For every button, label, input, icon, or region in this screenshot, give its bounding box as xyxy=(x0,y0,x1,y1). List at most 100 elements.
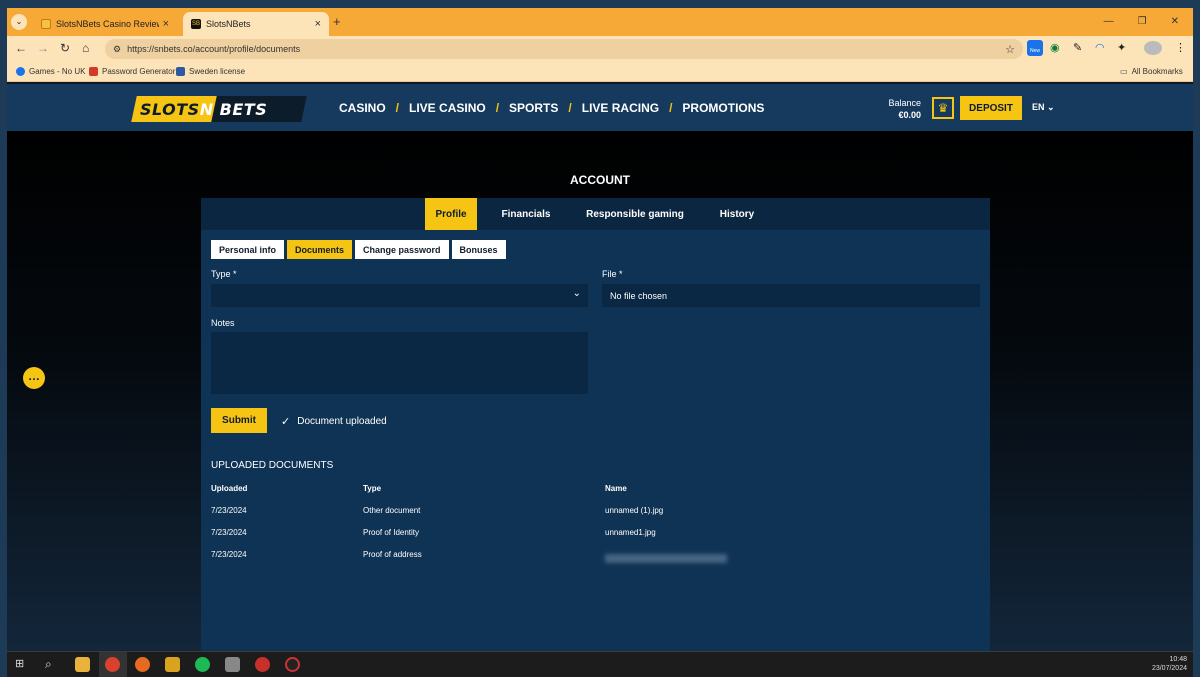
extensions-puzzle-icon[interactable]: ✦ xyxy=(1117,41,1126,54)
column-header-uploaded: Uploaded xyxy=(211,484,248,493)
winrar-icon[interactable] xyxy=(165,657,180,672)
subtab-personal-info[interactable]: Personal info xyxy=(211,240,285,259)
system-clock[interactable]: 10:48 23/07/2024 xyxy=(1152,655,1187,673)
page-title: ACCOUNT xyxy=(570,173,630,187)
all-bookmarks-button[interactable]: ▭ All Bookmarks xyxy=(1120,67,1183,76)
row-1-date: 7/23/2024 xyxy=(211,506,247,515)
clock-time: 10:48 xyxy=(1169,656,1187,663)
main-nav: CASINO / LIVE CASINO / SPORTS / LIVE RAC… xyxy=(339,101,764,115)
submit-button[interactable]: Submit xyxy=(211,408,267,433)
account-tabs: Profile Financials Responsible gaming Hi… xyxy=(201,198,990,230)
close-tab-icon[interactable]: × xyxy=(163,18,169,30)
folder-icon: ▭ xyxy=(1120,67,1128,76)
browser-tab-slotsnbets[interactable]: SB SlotsNBets × xyxy=(183,12,329,36)
row-3-name-redacted xyxy=(605,554,727,563)
language-selector[interactable]: EN ⌄ xyxy=(1032,102,1055,113)
tab-history[interactable]: History xyxy=(709,198,765,230)
logo-wordmark: SLOTSN BETS xyxy=(140,100,267,119)
slotsnbets-logo[interactable]: SLOTSN BETS xyxy=(131,96,307,122)
tab-responsible-gaming[interactable]: Responsible gaming xyxy=(575,198,695,230)
url-text[interactable]: https://snbets.co/account/profile/docume… xyxy=(127,44,1005,54)
close-window-icon[interactable]: ✕ xyxy=(1171,16,1179,27)
windows-start-icon[interactable]: ⊞ xyxy=(15,657,30,672)
logo-text-bets: BETS xyxy=(219,100,268,119)
review-favicon-icon xyxy=(41,19,51,29)
deposit-button[interactable]: DEPOSIT xyxy=(960,96,1022,120)
bookmark-games-no-uk[interactable]: Games - No UK xyxy=(16,67,85,76)
restore-icon[interactable]: ❐ xyxy=(1138,16,1147,27)
chrome-icon[interactable] xyxy=(105,657,120,672)
vpn-extension-icon[interactable]: ◠ xyxy=(1095,41,1105,54)
nav-live-casino[interactable]: LIVE CASINO xyxy=(409,101,486,115)
forward-icon[interactable]: → xyxy=(37,41,49,55)
checkmark-icon: ✓ xyxy=(281,416,291,428)
row-1-name: unnamed (1).jpg xyxy=(605,506,664,515)
new-tab-icon[interactable]: + xyxy=(333,14,341,29)
row-3-date: 7/23/2024 xyxy=(211,550,247,559)
close-tab-icon[interactable]: × xyxy=(315,18,321,30)
notes-label: Notes xyxy=(211,318,235,328)
balance-display: Balance €0.00 xyxy=(887,97,921,121)
address-bar[interactable]: ⚙ https://snbets.co/account/profile/docu… xyxy=(105,39,1023,59)
reload-icon[interactable]: ↻ xyxy=(60,41,70,55)
row-2-name: unnamed1.jpg xyxy=(605,528,656,537)
column-header-name: Name xyxy=(605,484,627,493)
bookmark-sweden-license[interactable]: Sweden license xyxy=(176,67,245,76)
row-3-type: Proof of address xyxy=(363,550,422,559)
spotify-icon[interactable] xyxy=(195,657,210,672)
nav-sports[interactable]: SPORTS xyxy=(509,101,558,115)
profile-subtabs: Personal info Documents Change password … xyxy=(211,240,506,259)
bookmark-password-generator[interactable]: Password Generator xyxy=(89,67,175,76)
file-input[interactable]: No file chosen xyxy=(602,284,980,307)
screen-border-left xyxy=(0,0,7,677)
tab-financials[interactable]: Financials xyxy=(491,198,561,230)
site-info-icon[interactable]: ⚙ xyxy=(113,44,121,55)
site-header: SLOTSN BETS CASINO / LIVE CASINO / SPORT… xyxy=(7,84,1193,131)
subtab-documents[interactable]: Documents xyxy=(287,240,353,259)
nav-live-racing[interactable]: LIVE RACING xyxy=(582,101,659,115)
uploaded-documents-title: UPLOADED DOCUMENTS xyxy=(211,460,334,471)
nav-separator: / xyxy=(395,101,400,115)
nav-promotions[interactable]: PROMOTIONS xyxy=(682,101,764,115)
crown-icon[interactable]: ♛ xyxy=(932,97,954,119)
tab-search-icon[interactable]: ⌄ xyxy=(11,14,27,30)
browser-tab-review[interactable]: SlotsNBets Casino Review ⊳ 2024 × xyxy=(33,12,177,36)
browser-menu-icon[interactable]: ⋮ xyxy=(1175,41,1186,54)
chevron-down-icon: ⌄ xyxy=(1047,102,1055,112)
balance-value: €0.00 xyxy=(898,110,921,120)
search-icon[interactable]: ⌕ xyxy=(45,657,60,672)
clock-date: 23/07/2024 xyxy=(1151,665,1187,672)
grammarly-extension-icon[interactable]: ◉ xyxy=(1050,41,1060,54)
slotsnbets-favicon-icon: SB xyxy=(191,19,201,29)
screen-border-right xyxy=(1193,0,1200,677)
subtab-bonuses[interactable]: Bonuses xyxy=(451,240,506,259)
app-red-icon[interactable] xyxy=(255,657,270,672)
browser-tab-strip: ⌄ SlotsNBets Casino Review ⊳ 2024 × SB S… xyxy=(7,8,1193,36)
bookmark-favicon-icon xyxy=(89,67,98,76)
eyedropper-extension-icon[interactable]: ✎ xyxy=(1073,41,1082,54)
account-panel: Profile Financials Responsible gaming Hi… xyxy=(201,198,990,651)
browser-tab-title: SlotsNBets Casino Review ⊳ 2024 xyxy=(56,18,159,29)
bookmark-label: Sweden license xyxy=(189,67,246,76)
browser-toolbar: ← → ↻ ⌂ ⚙ https://snbets.co/account/prof… xyxy=(7,36,1193,62)
home-icon[interactable]: ⌂ xyxy=(82,41,89,55)
upload-status: ✓ Document uploaded xyxy=(281,415,387,428)
nav-casino[interactable]: CASINO xyxy=(339,101,386,115)
bookmark-label: Password Generator xyxy=(102,67,176,76)
app-icon[interactable] xyxy=(225,657,240,672)
back-icon[interactable]: ← xyxy=(15,41,27,55)
minimize-icon[interactable]: — xyxy=(1104,16,1114,27)
file-explorer-icon[interactable] xyxy=(75,657,90,672)
chat-support-icon[interactable]: … xyxy=(23,367,45,389)
new-extension-icon[interactable]: New xyxy=(1027,40,1043,56)
row-2-type: Proof of Identity xyxy=(363,528,420,537)
notes-textarea[interactable] xyxy=(211,332,588,394)
row-1-type: Other document xyxy=(363,506,421,515)
profile-avatar[interactable] xyxy=(1144,41,1162,55)
type-select[interactable]: ⌄ xyxy=(211,284,588,307)
record-icon[interactable] xyxy=(285,657,300,672)
subtab-change-password[interactable]: Change password xyxy=(355,240,449,259)
bookmark-star-icon[interactable]: ☆ xyxy=(1005,43,1015,56)
firefox-icon[interactable] xyxy=(135,657,150,672)
tab-profile[interactable]: Profile xyxy=(425,198,477,230)
